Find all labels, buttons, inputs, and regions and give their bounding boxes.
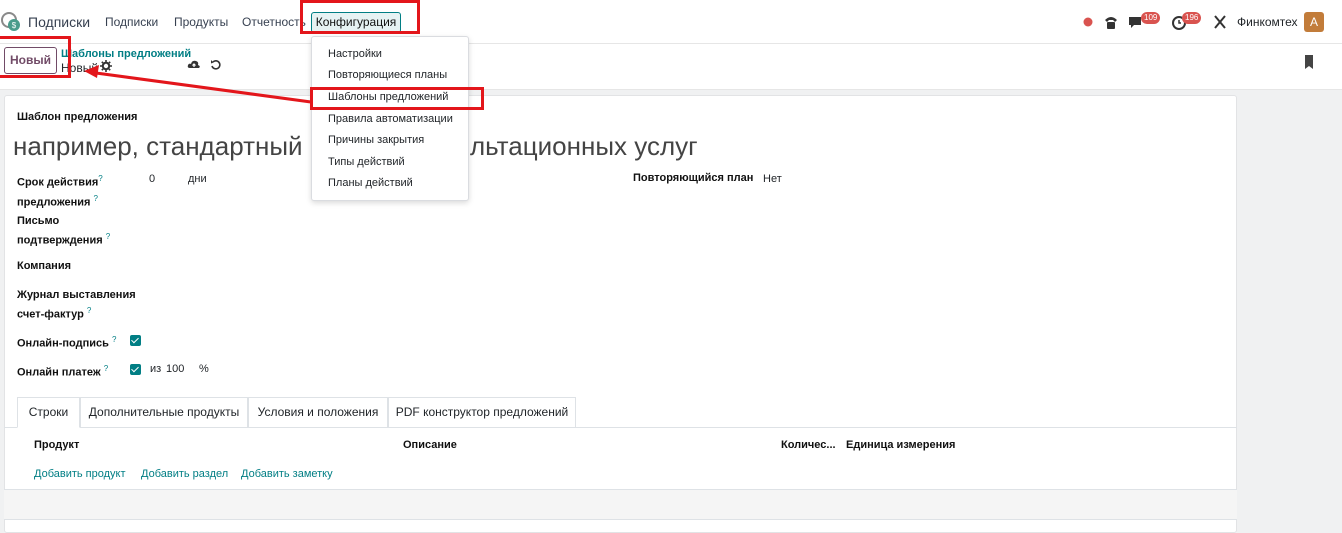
annotation-arrow (84, 65, 312, 104)
